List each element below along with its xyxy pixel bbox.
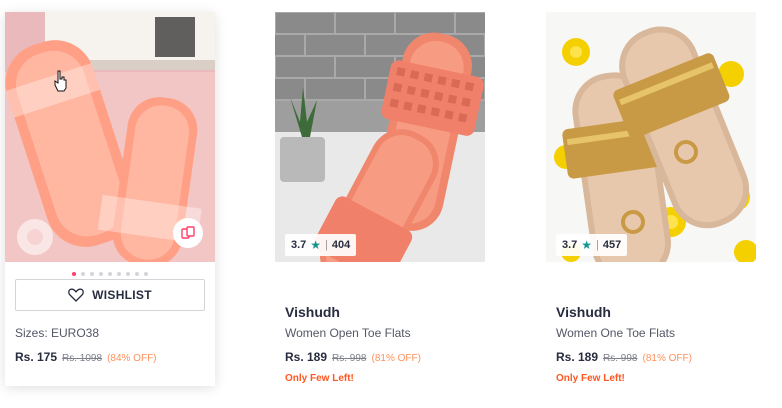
hand-cursor-icon [54,70,67,92]
price-row: Rs. 189 Rs. 998 (81% OFF) [285,350,421,364]
carousel-dot[interactable] [144,272,148,276]
selling-price: Rs. 189 [285,350,328,364]
star-icon: ★ [581,238,593,252]
price-row: Rs. 175 Rs. 1098 (84% OFF) [15,350,157,364]
rating-separator: | [325,239,328,251]
price-row: Rs. 189 Rs. 998 (81% OFF) [556,350,692,364]
product-card-2[interactable]: 3.7 ★ | 404 Vishudh Women Open Toe Flats… [275,12,485,384]
product-brand: Vishudh [285,304,340,320]
discount-percent: (81% OFF) [642,353,692,364]
product-brand: Vishudh [556,304,611,320]
available-sizes: Sizes: EURO38 [15,326,100,340]
rating-count: 404 [331,239,351,251]
carousel-dot[interactable] [108,272,112,276]
product-card-1[interactable]: WISHLIST Sizes: EURO38 Rs. 175 Rs. 1098 … [5,12,215,386]
original-price: Rs. 998 [332,353,367,364]
stock-note: Only Few Left! [556,373,625,384]
carousel-dot[interactable] [81,272,85,276]
wishlist-label: WISHLIST [92,288,152,302]
carousel-dot[interactable] [135,272,139,276]
product-info: Vishudh Women One Toe Flats [556,304,675,340]
carousel-dot[interactable] [126,272,130,276]
carousel-dot[interactable] [99,272,103,276]
rating-count: 457 [602,239,622,251]
rating-badge: 3.7 ★ | 404 [285,234,357,256]
original-price: Rs. 998 [603,353,638,364]
view-similar-button[interactable] [173,218,203,248]
carousel-dot[interactable] [117,272,121,276]
product-name: Women Open Toe Flats [285,326,411,340]
discount-percent: (84% OFF) [107,353,157,364]
product-card-3[interactable]: 3.7 ★ | 457 Vishudh Women One Toe Flats … [546,12,756,384]
wishlist-button[interactable]: WISHLIST [15,279,205,311]
original-price: Rs. 1098 [62,353,103,364]
rating-value: 3.7 [291,239,307,251]
view-similar-icon [181,226,195,239]
rating-separator: | [596,239,599,251]
rating-badge: 3.7 ★ | 457 [556,234,628,256]
heart-icon [68,288,84,302]
selling-price: Rs. 189 [556,350,599,364]
product-image-1[interactable] [5,12,215,262]
product-name: Women One Toe Flats [556,326,675,340]
product-image-2[interactable]: 3.7 ★ | 404 [275,12,485,262]
image-carousel-dots [5,272,215,276]
rating-value: 3.7 [562,239,578,251]
carousel-dot[interactable] [90,272,94,276]
star-icon: ★ [310,238,322,252]
product-image-3[interactable]: 3.7 ★ | 457 [546,12,756,262]
stock-note: Only Few Left! [285,373,354,384]
discount-percent: (81% OFF) [371,353,421,364]
selling-price: Rs. 175 [15,350,58,364]
product-info: Vishudh Women Open Toe Flats [285,304,411,340]
carousel-dot[interactable] [72,272,76,276]
